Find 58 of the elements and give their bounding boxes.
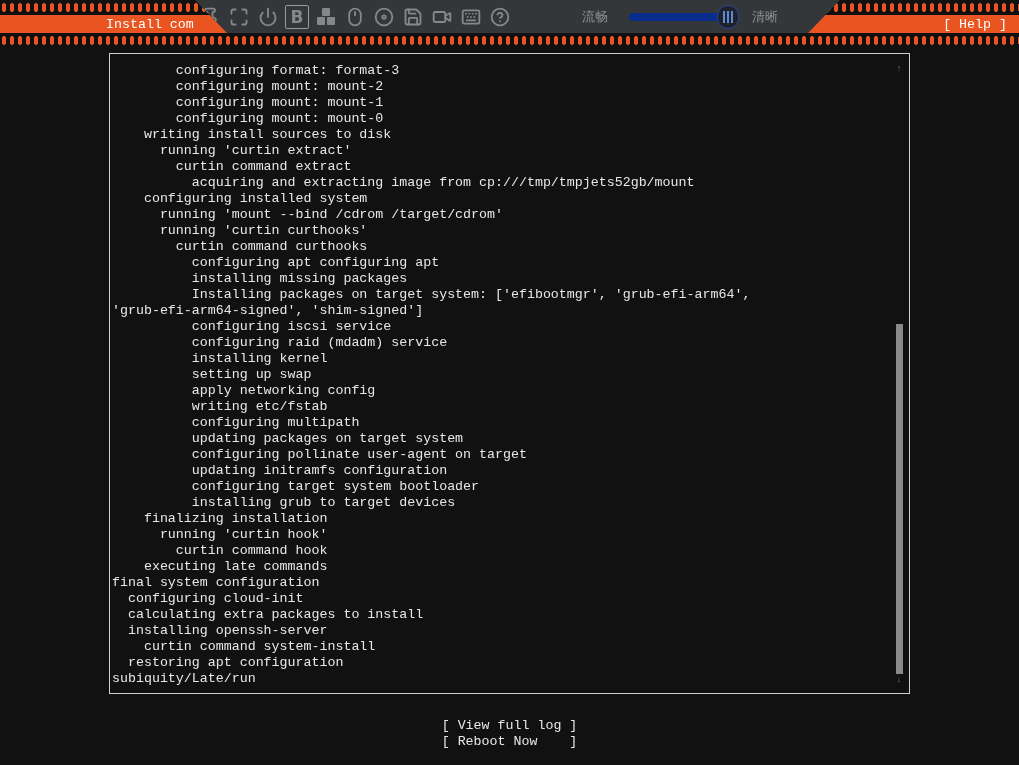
log-line: final system configuration [112,575,321,591]
log-line: apply networking config [190,383,377,399]
log-line: installing kernel [190,351,329,367]
log-line: configuring multipath [190,415,361,431]
log-line: writing etc/fstab [190,399,329,415]
log-line: subiquity/Late/run [112,671,257,687]
log-line: curtin command system-install [142,639,377,655]
smooth-label: 流畅 [582,7,608,26]
log-line: configuring apt configuring apt [190,255,441,271]
log-line: 'grub-efi-arm64-signed', 'shim-signed'] [112,303,425,319]
log-line: updating packages on target system [190,431,465,447]
save-icon [403,6,423,27]
fullscreen-icon [229,6,249,27]
scroll-up-arrow[interactable]: ↑ [896,63,902,75]
log-line: executing late commands [142,559,329,575]
log-line: curtin command hook [174,543,329,559]
log-line: installing missing packages [190,271,409,287]
terminal-button[interactable]: [ Reboot Now ] [441,734,578,750]
log-line: running 'curtin extract' [158,143,353,159]
log-line: configuring mount: mount-0 [174,111,385,127]
log-line: Installing packages on target system: ['efibootmgr', 'grub-efi-arm64', [190,287,752,303]
log-line: installing grub to target devices [190,495,457,511]
log-line: acquiring and extracting image from cp:///tmp/tmpjets52gb/mount [190,175,696,191]
clear-label: 清晰 [752,7,778,26]
keyboard-icon [461,6,481,27]
log-line: running 'curtin hook' [158,527,329,543]
log-line: setting up swap [190,367,313,383]
letter-button[interactable]: B [285,4,309,29]
log-line: updating initramfs configuration [190,463,449,479]
log-line: calculating extra packages to install [126,607,425,623]
log-line: curtin command curthooks [174,239,369,255]
log-line: curtin command extract [174,159,353,175]
power-icon [258,6,278,27]
log-line: configuring pollinate user-agent on target [190,447,528,463]
slider-thumb[interactable] [716,4,739,29]
log-line: configuring installed system [142,191,369,207]
help-link[interactable]: [ Help ] [943,16,1007,32]
log-line: configuring cloud-init [126,591,305,607]
mouse-icon [345,6,365,27]
log-line: running 'mount --bind /cdrom /target/cdrom' [158,207,504,223]
terminal-button[interactable]: [ View full log ] [441,718,578,734]
log-line: configuring iscsi service [190,319,393,335]
scroll-down-arrow[interactable]: ↓ [896,674,902,686]
log-line: running 'curtin curthooks' [158,223,369,239]
keys-icon [316,6,336,27]
log-line: installing openssh-server [126,623,329,639]
log-line: writing install sources to disk [142,127,393,143]
log-line: configuring target system bootloader [190,479,481,495]
log-line: configuring raid (mdadm) service [190,335,449,351]
scrollbar-thumb[interactable] [895,324,903,674]
log-line: configuring format: format-3 [174,63,401,79]
log-line: finalizing installation [142,511,329,527]
help-icon [490,6,510,27]
disc-icon [374,6,394,27]
log-line: configuring mount: mount-1 [174,95,385,111]
window-title: Install com [106,16,194,32]
log-line: configuring mount: mount-2 [174,79,385,95]
log-line: restoring apt configuration [126,655,345,671]
